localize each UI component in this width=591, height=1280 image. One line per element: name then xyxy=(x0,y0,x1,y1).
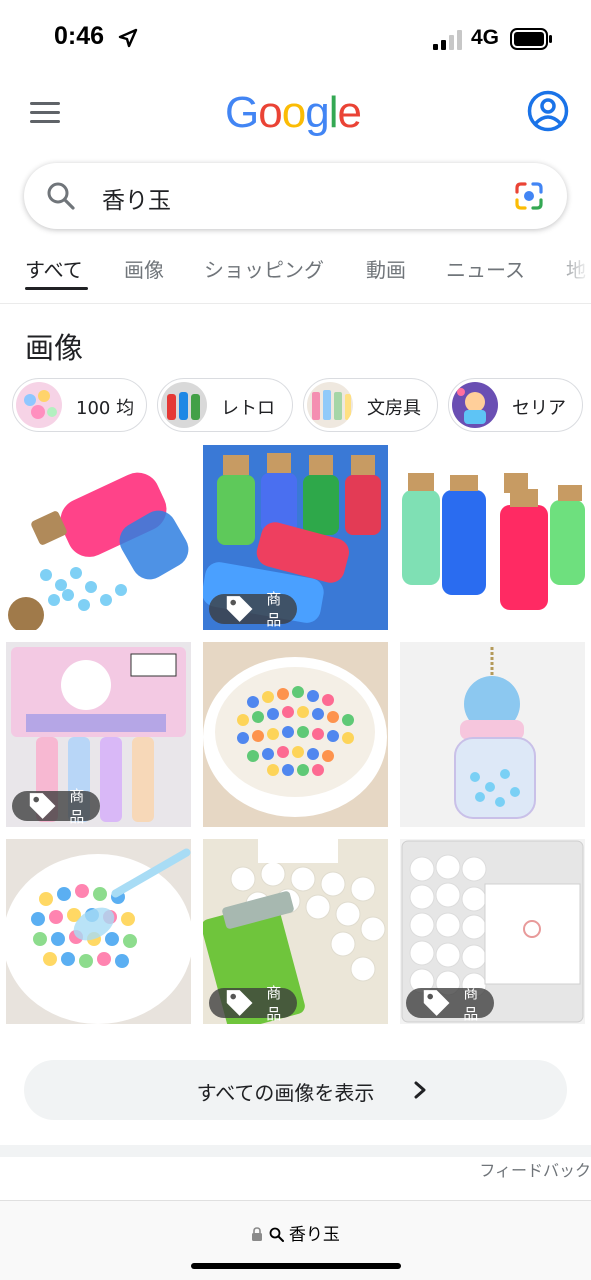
product-badge-label: 商品 xyxy=(266,984,282,1023)
image-result[interactable] xyxy=(400,445,585,630)
tabs-fade xyxy=(551,250,591,300)
chip-stationery[interactable]: 文房具 xyxy=(303,378,438,432)
google-lens-icon[interactable] xyxy=(513,180,545,212)
image-pink-bottle xyxy=(6,445,191,630)
status-time: 0:46 xyxy=(54,22,105,50)
chip-label: 100 均 xyxy=(76,398,135,419)
tag-icon xyxy=(226,990,253,1016)
product-badge: 商品 xyxy=(209,590,298,629)
status-bar: 0:46 4G xyxy=(0,0,591,70)
search-icon[interactable] xyxy=(46,181,76,211)
images-section-title: 画像 xyxy=(25,331,84,365)
section-divider xyxy=(0,1145,591,1157)
image-result[interactable] xyxy=(400,642,585,827)
hamburger-menu-icon[interactable] xyxy=(30,100,60,124)
tag-icon xyxy=(226,596,253,622)
google-header: Google xyxy=(0,80,591,150)
battery-icon xyxy=(510,28,552,50)
image-keychain-bottle xyxy=(400,642,585,827)
chip-label: レトロ xyxy=(221,398,275,419)
image-bead-dish xyxy=(203,642,388,827)
search-tabs: すべて 画像 ショッピング 動画 ニュース 地 xyxy=(0,250,591,304)
image-result[interactable] xyxy=(6,445,191,630)
product-badge: 商品 xyxy=(209,984,298,1023)
tab-videos[interactable]: 動画 xyxy=(366,254,406,283)
chip-thumbnail xyxy=(307,382,353,428)
cellular-signal-icon xyxy=(433,30,462,50)
tab-shopping[interactable]: ショッピング xyxy=(204,254,324,283)
show-all-images-label: すべての画像を表示 xyxy=(196,1081,375,1105)
logo-letter: o xyxy=(281,88,307,137)
chip-thumbnail xyxy=(161,382,207,428)
active-tab-indicator xyxy=(25,287,88,290)
image-beads-spoon xyxy=(6,839,191,1024)
logo-letter: e xyxy=(337,88,362,137)
chevron-right-icon xyxy=(414,1081,426,1099)
image-filter-chips: 100 均 レトロ 文房具 セリア xyxy=(12,378,591,433)
logo-letter: G xyxy=(225,88,259,137)
image-result[interactable] xyxy=(6,839,191,1024)
product-badge: 商品 xyxy=(406,984,495,1023)
image-result[interactable]: 商品 xyxy=(203,445,388,630)
logo-letter: g xyxy=(305,88,330,137)
search-input[interactable]: 香り玉 xyxy=(102,181,171,215)
tag-icon xyxy=(29,793,56,819)
tab-news[interactable]: ニュース xyxy=(446,254,525,283)
tab-all[interactable]: すべて xyxy=(25,254,83,283)
search-icon xyxy=(269,1227,284,1242)
google-logo[interactable]: Google xyxy=(225,88,362,138)
image-result[interactable]: 商品 xyxy=(400,839,585,1024)
image-result[interactable]: 商品 xyxy=(203,839,388,1024)
chip-label: セリア xyxy=(512,398,566,419)
url-text: 香り玉 xyxy=(288,1225,340,1245)
chip-retro[interactable]: レトロ xyxy=(157,378,293,432)
show-all-images-button[interactable]: すべての画像を表示 xyxy=(24,1060,567,1120)
network-type: 4G xyxy=(471,26,500,49)
product-badge: 商品 xyxy=(12,787,101,826)
chip-label: 文房具 xyxy=(367,398,421,419)
product-badge-label: 商品 xyxy=(463,984,479,1023)
home-indicator xyxy=(191,1263,401,1269)
chip-100-yen[interactable]: 100 均 xyxy=(12,378,147,432)
product-badge-label: 商品 xyxy=(266,590,282,629)
logo-letter: o xyxy=(258,88,283,137)
search-box[interactable]: 香り玉 xyxy=(24,163,567,229)
image-bottle-set xyxy=(400,445,585,630)
lock-icon xyxy=(252,1227,263,1241)
location-arrow-icon xyxy=(118,28,138,48)
image-result[interactable] xyxy=(203,642,388,827)
feedback-link[interactable]: フィードバック xyxy=(479,1157,591,1181)
tab-images[interactable]: 画像 xyxy=(124,254,164,283)
tag-icon xyxy=(423,990,450,1016)
chip-thumbnail xyxy=(452,382,498,428)
product-badge-label: 商品 xyxy=(69,787,85,826)
chip-thumbnail xyxy=(16,382,62,428)
account-icon[interactable] xyxy=(527,90,569,132)
browser-address-bar: 香り玉 xyxy=(0,1200,591,1280)
url-field[interactable]: 香り玉 xyxy=(0,1220,591,1245)
image-result[interactable]: 商品 xyxy=(6,642,191,827)
chip-seria[interactable]: セリア xyxy=(448,378,583,432)
